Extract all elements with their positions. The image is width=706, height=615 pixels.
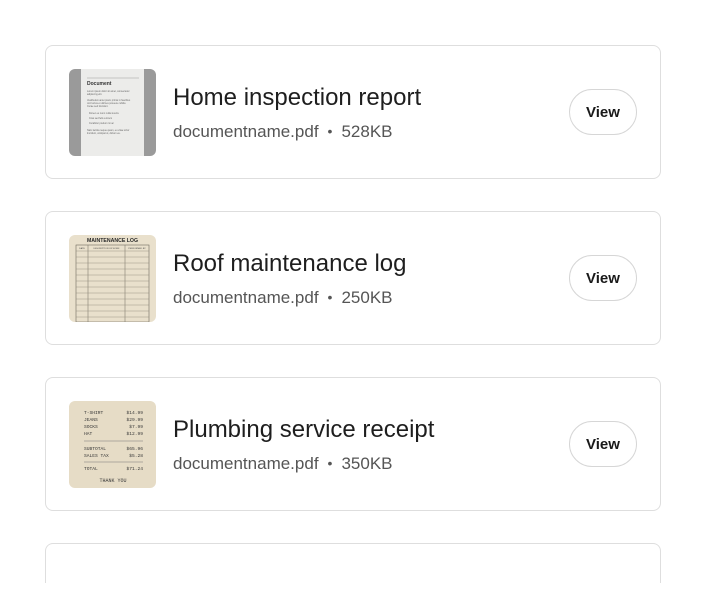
- svg-text:T-SHIRT: T-SHIRT: [84, 410, 104, 416]
- separator-dot: •: [327, 289, 333, 305]
- svg-text:SUBTOTAL: SUBTOTAL: [84, 446, 106, 452]
- maintenance-log-preview-icon: MAINTENANCE LOG DATE DESCRIPTION OF WORK…: [69, 235, 156, 322]
- log-heading: MAINTENANCE LOG: [87, 238, 138, 244]
- svg-text:PERFORMED BY: PERFORMED BY: [128, 248, 146, 250]
- document-card: MAINTENANCE LOG DATE DESCRIPTION OF WORK…: [45, 211, 661, 345]
- svg-text:HAT: HAT: [84, 431, 93, 437]
- svg-text:SALES TAX: SALES TAX: [84, 453, 109, 459]
- document-card: T-SHIRT $14.99 JEANS $29.99 SOCKS $7.99 …: [45, 377, 661, 511]
- document-card: Document Lorem ipsum dolor sit amet, con…: [45, 45, 661, 179]
- separator-dot: •: [327, 455, 333, 471]
- document-filename: documentname.pdf: [173, 454, 319, 473]
- document-title: Roof maintenance log: [173, 250, 407, 277]
- svg-text:SOCKS: SOCKS: [84, 424, 98, 430]
- document-card-partial: [45, 543, 661, 583]
- svg-text:$71.24: $71.24: [126, 466, 143, 472]
- document-filename: documentname.pdf: [173, 288, 319, 307]
- svg-text:Donec eu nunc nulla viverra: Donec eu nunc nulla viverra: [89, 112, 119, 115]
- svg-text:Curae sed tincidunt.: Curae sed tincidunt.: [87, 105, 109, 108]
- svg-text:$5.28: $5.28: [129, 453, 143, 459]
- document-meta: documentname.pdf • 350KB: [173, 453, 393, 474]
- svg-text:JEANS: JEANS: [84, 417, 98, 423]
- svg-text:$7.99: $7.99: [129, 424, 143, 430]
- view-button[interactable]: View: [569, 89, 637, 135]
- svg-text:$12.99: $12.99: [126, 431, 143, 437]
- document-meta: documentname.pdf • 250KB: [173, 287, 393, 308]
- svg-text:TOTAL: TOTAL: [84, 466, 98, 472]
- svg-text:Cras sed felis a lorem: Cras sed felis a lorem: [89, 117, 112, 120]
- svg-text:$29.99: $29.99: [126, 417, 143, 423]
- svg-text:$65.96: $65.96: [126, 446, 143, 452]
- document-meta: documentname.pdf • 528KB: [173, 121, 393, 142]
- view-button[interactable]: View: [569, 421, 637, 467]
- document-filename: documentname.pdf: [173, 122, 319, 141]
- document-size: 528KB: [341, 122, 393, 141]
- document-list: Document Lorem ipsum dolor sit amet, con…: [45, 45, 661, 615]
- svg-text:DESCRIPTION OF WORK: DESCRIPTION OF WORK: [93, 248, 120, 250]
- svg-text:THANK YOU: THANK YOU: [99, 478, 126, 484]
- svg-text:Curabitur pretium mi ac: Curabitur pretium mi ac: [89, 122, 115, 125]
- view-button[interactable]: View: [569, 255, 637, 301]
- svg-text:tincidunt, volutpat ut, dictum: tincidunt, volutpat ut, dictum eu.: [87, 132, 121, 135]
- document-title: Plumbing service receipt: [173, 416, 435, 443]
- receipt-preview-icon: T-SHIRT $14.99 JEANS $29.99 SOCKS $7.99 …: [69, 401, 156, 488]
- doc-heading: Document: [87, 81, 112, 87]
- document-title: Home inspection report: [173, 84, 422, 111]
- svg-text:adipiscing elit.: adipiscing elit.: [87, 93, 102, 96]
- separator-dot: •: [327, 123, 333, 139]
- document-size: 350KB: [341, 454, 393, 473]
- svg-text:DATE: DATE: [79, 247, 85, 250]
- svg-text:$14.99: $14.99: [126, 410, 143, 416]
- document-size: 250KB: [341, 288, 393, 307]
- document-preview-icon: Document Lorem ipsum dolor sit amet, con…: [69, 69, 156, 156]
